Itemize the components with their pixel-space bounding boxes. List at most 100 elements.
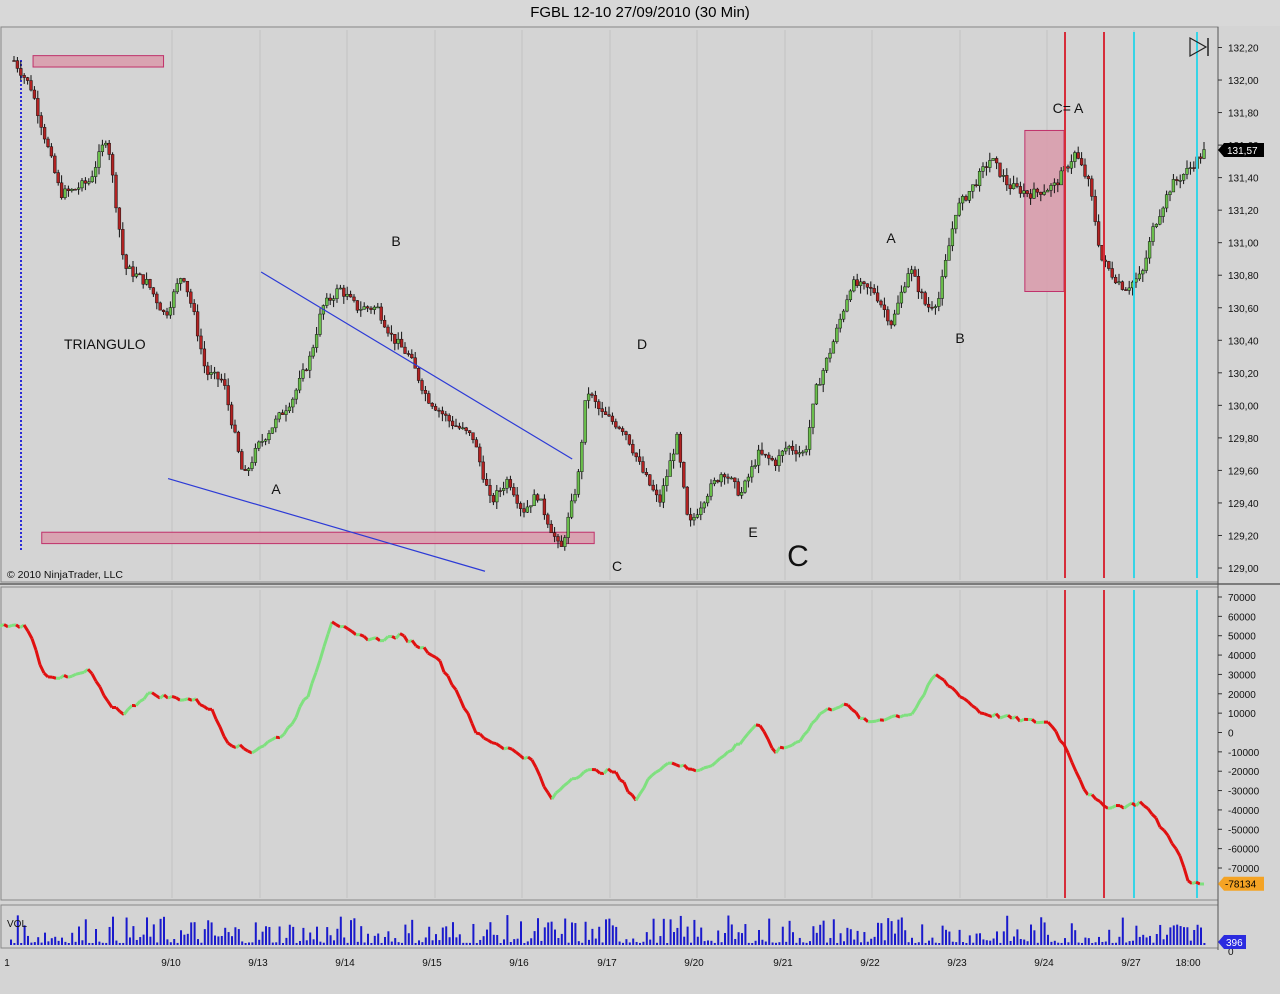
candle-up: [991, 158, 995, 161]
x-tick-label: 9/23: [947, 958, 967, 969]
volume-bar: [224, 927, 227, 945]
indicator-value-tag: -78134: [1218, 876, 1264, 891]
volume-bar: [948, 931, 951, 945]
volume-bar: [186, 933, 189, 945]
volume-bar: [309, 932, 312, 945]
candle-down: [923, 292, 927, 305]
candle-down: [202, 348, 207, 367]
volume-bar: [1176, 924, 1179, 945]
volume-bar: [292, 926, 295, 945]
candle-up: [719, 474, 723, 483]
volume-bar: [1070, 923, 1073, 945]
volume-bar: [1077, 942, 1080, 945]
candle-down: [535, 494, 540, 501]
volume-label: VOL: [7, 919, 27, 930]
volume-bar: [686, 926, 689, 945]
volume-bar: [577, 941, 580, 945]
volume-bar: [254, 922, 257, 945]
candle-down: [1079, 158, 1084, 166]
price-tick-label: 130,40: [1228, 336, 1259, 347]
volume-bar: [78, 926, 80, 945]
indicator-segment-down: [199, 703, 205, 708]
volume-bar: [955, 942, 958, 945]
candle-down: [1076, 152, 1080, 159]
indicator-segment-up: [251, 749, 257, 755]
candle-down: [930, 307, 934, 309]
volume-bar: [1132, 940, 1134, 945]
candle-down: [464, 427, 468, 431]
annotation-label: B: [955, 330, 964, 346]
candle-down: [498, 490, 502, 492]
candle-up: [335, 288, 339, 299]
volume-bar: [322, 942, 325, 945]
candle-down: [603, 411, 608, 415]
candle-up: [1011, 183, 1016, 190]
volume-value-tag: 396: [1218, 935, 1246, 949]
volume-bar: [1057, 942, 1060, 945]
indicator-segment-down: [619, 778, 625, 784]
candle-down: [593, 395, 598, 402]
annotation-label: A: [886, 230, 896, 246]
candle-down: [236, 431, 241, 452]
candle-down: [641, 461, 645, 473]
indicator-segment-up: [831, 706, 837, 712]
indicator-tick-label: 20000: [1228, 690, 1256, 701]
volume-bar: [146, 917, 148, 945]
indicator-segment-up: [67, 674, 73, 679]
indicator-segment-down: [487, 738, 493, 744]
indicator-tick-label: -10000: [1228, 748, 1260, 759]
candle-down: [420, 380, 424, 391]
indicator-segment-down: [483, 736, 489, 742]
candle-down: [794, 450, 798, 455]
candle-up: [532, 494, 536, 506]
chart-canvas[interactable]: 1 9/10 9/13 9/14 9/15 9/16 9/17 9/20 9/21 9/22 9/2…: [0, 0, 1280, 994]
candle-down: [206, 365, 210, 375]
volume-bar: [108, 926, 111, 945]
indicator-segment-down: [671, 761, 677, 767]
volume-bar: [1019, 939, 1022, 945]
candle-up: [359, 308, 363, 311]
volume-bar: [414, 942, 417, 945]
candle-down: [382, 320, 387, 328]
candle-up: [668, 460, 672, 477]
volume-bar: [132, 926, 135, 945]
candle-down: [865, 283, 870, 288]
volume-bar: [768, 918, 771, 945]
indicator-segment-down: [427, 651, 433, 657]
volume-bar: [200, 942, 203, 945]
volume-bar: [241, 941, 244, 945]
candle-down: [484, 479, 489, 486]
candle-up: [937, 298, 941, 307]
volume-bar: [64, 941, 67, 945]
annotation-label: C: [787, 540, 809, 573]
candle-up: [852, 279, 856, 292]
price-tick-label: 129,80: [1228, 434, 1259, 445]
candle-up: [345, 293, 349, 297]
volume-bar: [271, 942, 274, 945]
candle-down: [1096, 221, 1101, 246]
candle-down: [763, 453, 768, 456]
volume-bar: [1084, 937, 1087, 945]
volume-bar: [543, 927, 546, 945]
volume-bar: [1108, 929, 1111, 945]
candle-up: [671, 453, 676, 461]
candle-down: [223, 379, 227, 386]
volume-bar: [1125, 942, 1128, 945]
candle-up: [80, 180, 84, 189]
volume-bar: [428, 926, 431, 945]
candle-up: [896, 302, 900, 315]
indicator-segment-down: [1195, 880, 1201, 886]
highlight-zone: [32, 55, 165, 68]
candle-down: [658, 494, 662, 503]
indicator-segment-down: [675, 763, 681, 768]
volume-bar: [703, 941, 706, 945]
volume-bar: [251, 942, 254, 945]
volume-bar: [564, 918, 567, 945]
candle-down: [688, 514, 693, 521]
candle-down: [685, 486, 689, 515]
volume-bar: [676, 927, 679, 945]
volume-bar: [380, 942, 383, 945]
candle-down: [117, 207, 122, 230]
volume-bar: [492, 934, 495, 945]
volume-bar: [237, 929, 240, 945]
